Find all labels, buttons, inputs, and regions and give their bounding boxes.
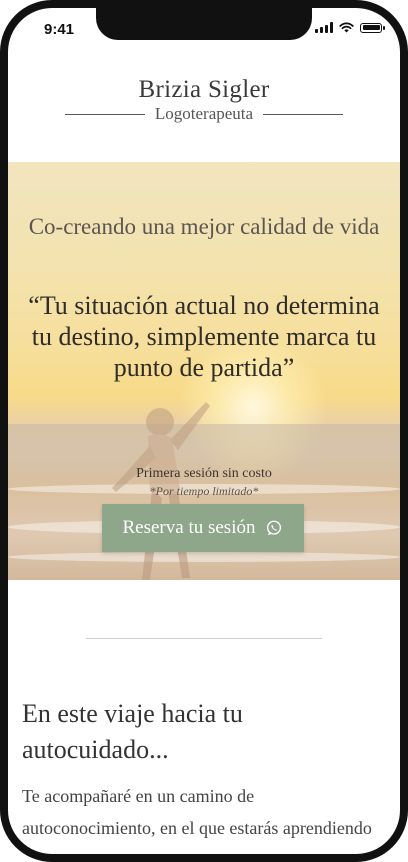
brand-subtitle: Logoterapeuta	[154, 104, 254, 123]
notch	[96, 8, 312, 40]
screen: 9:41 Brizia Sigler Logoterapeuta Co-crea…	[8, 8, 400, 854]
section-divider	[86, 638, 322, 639]
brand-name: Brizia Sigler	[138, 76, 270, 103]
battery-icon	[360, 22, 385, 33]
free-session-text: Primera sesión sin costo	[136, 466, 272, 481]
brand-line-right	[263, 113, 344, 115]
book-session-button[interactable]: Reserva tu sesión	[102, 504, 304, 552]
hero-tagline: Co-creando una mejor calidad de vida	[28, 214, 380, 239]
section-body: Te acompañaré en un camino de autoconoci…	[22, 786, 372, 838]
status-time: 9:41	[44, 21, 75, 38]
book-session-label: Reserva tu sesión	[122, 517, 256, 538]
brand-line-left	[64, 113, 145, 115]
phone-frame: 9:41 Brizia Sigler Logoterapeuta Co-crea…	[0, 0, 408, 862]
limited-time-text: *Por tiempo limitado*	[149, 484, 259, 498]
status-icons	[315, 22, 385, 33]
cellular-signal-icon	[315, 22, 333, 33]
wifi-icon	[339, 22, 354, 33]
hero-quote: “Tu situación actual no determina tu des…	[28, 291, 380, 382]
section-title: En este viaje hacia tu autocuidado...	[22, 699, 243, 764]
whatsapp-icon	[267, 520, 282, 536]
hero-banner: Co-creando una mejor calidad de vida “Tu…	[8, 162, 400, 580]
brand-logo[interactable]: Brizia Sigler Logoterapeuta	[8, 76, 400, 124]
